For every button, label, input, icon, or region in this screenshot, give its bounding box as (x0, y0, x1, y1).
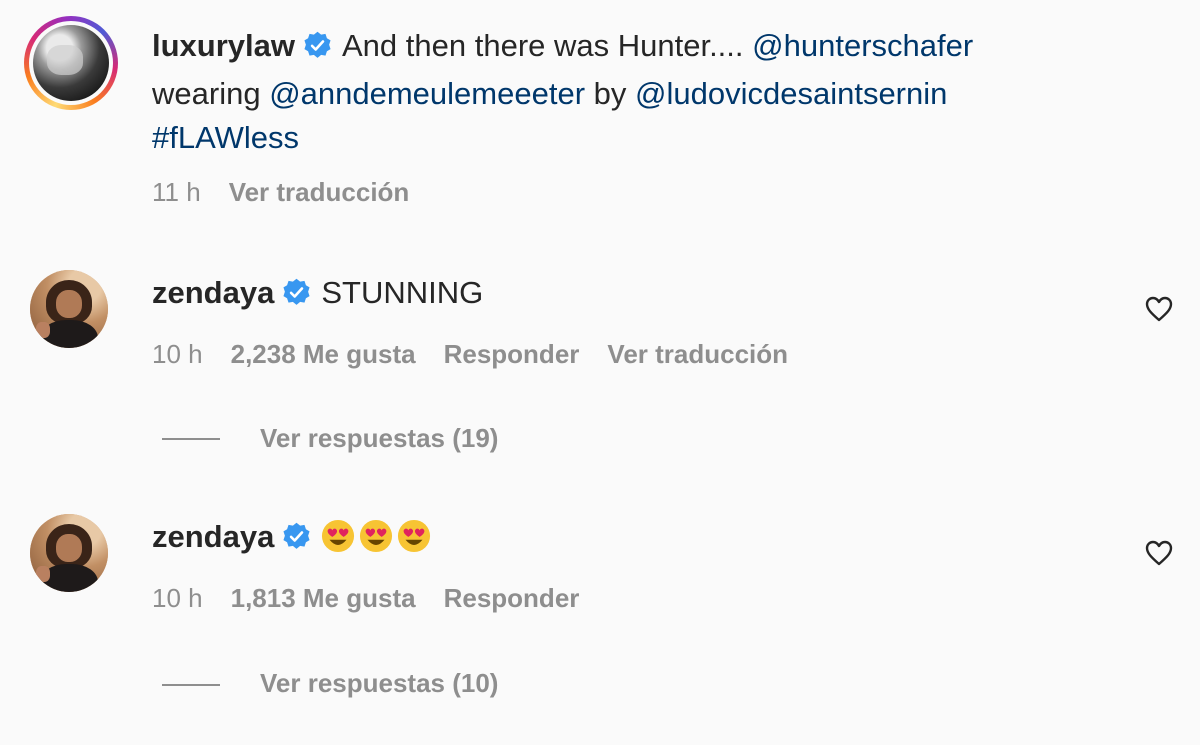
caption-text-1: And then there was Hunter.... (342, 28, 744, 63)
comment-1-username[interactable]: zendaya (152, 275, 274, 310)
comment-1-meta: 10 h 2,238 Me gusta Responder Ver traducció… (152, 338, 816, 370)
comment-2-likes[interactable]: 1,813 Me gusta (231, 583, 416, 613)
caption-line-1: luxurylaw And then there was Hunter.... @… (152, 26, 973, 66)
caption-time[interactable]: 11 h (152, 177, 201, 207)
comment-1-line: zendaya STUNNING (152, 273, 483, 313)
like-heart-icon[interactable] (1145, 540, 1173, 566)
comment-2-line: zendaya (152, 517, 435, 557)
verified-badge-icon (304, 31, 331, 58)
comment-2-username[interactable]: zendaya (152, 519, 274, 554)
comment-1-text: STUNNING (321, 275, 484, 310)
zendaya-avatar-1[interactable] (30, 270, 108, 348)
caption-text-3: by (593, 76, 627, 111)
comment-1-time[interactable]: 10 h (152, 339, 203, 369)
zendaya-avatar-2[interactable] (30, 514, 108, 592)
replies-divider (162, 438, 220, 440)
replies-divider (162, 684, 220, 686)
like-heart-icon[interactable] (1145, 296, 1173, 322)
comment-1-translate-link[interactable]: Ver traducción (607, 339, 788, 369)
mention-hunterschafer[interactable]: @hunterschafer (752, 28, 973, 63)
comment-1-reply-button[interactable]: Responder (444, 339, 580, 369)
mention-anndemeulemeeeter[interactable]: @anndemeulemeeeter (269, 76, 585, 111)
comment-1-view-replies[interactable]: Ver respuestas (19) (260, 422, 498, 454)
heart-eyes-emoji (398, 519, 431, 553)
comment-1-likes[interactable]: 2,238 Me gusta (231, 339, 416, 369)
comments-panel: luxurylaw And then there was Hunter.... @… (0, 0, 1200, 745)
caption-text-2: wearing (152, 76, 261, 111)
caption-meta: 11 h Ver traducción (152, 176, 437, 208)
avatar-photo (33, 25, 109, 101)
caption-translate-link[interactable]: Ver traducción (229, 177, 410, 207)
verified-badge-icon (283, 278, 310, 305)
comment-2-view-replies[interactable]: Ver respuestas (10) (260, 667, 498, 699)
hashtag-flawless[interactable]: #fLAWless (152, 120, 299, 155)
comment-2-time[interactable]: 10 h (152, 583, 203, 613)
caption-line-2: wearing @anndemeulemeeeter by @ludovicde… (152, 74, 947, 114)
caption-username[interactable]: luxurylaw (152, 28, 295, 63)
heart-eyes-emoji (360, 519, 393, 553)
comment-2-reply-button[interactable]: Responder (444, 583, 580, 613)
caption-line-3: #fLAWless (152, 118, 299, 158)
luxurylaw-avatar[interactable] (24, 16, 118, 110)
mention-ludovicdesaintsernin[interactable]: @ludovicdesaintsernin (635, 76, 947, 111)
verified-badge-icon (283, 522, 310, 549)
heart-eyes-emoji (322, 519, 355, 553)
comment-2-meta: 10 h 1,813 Me gusta Responder (152, 582, 607, 614)
